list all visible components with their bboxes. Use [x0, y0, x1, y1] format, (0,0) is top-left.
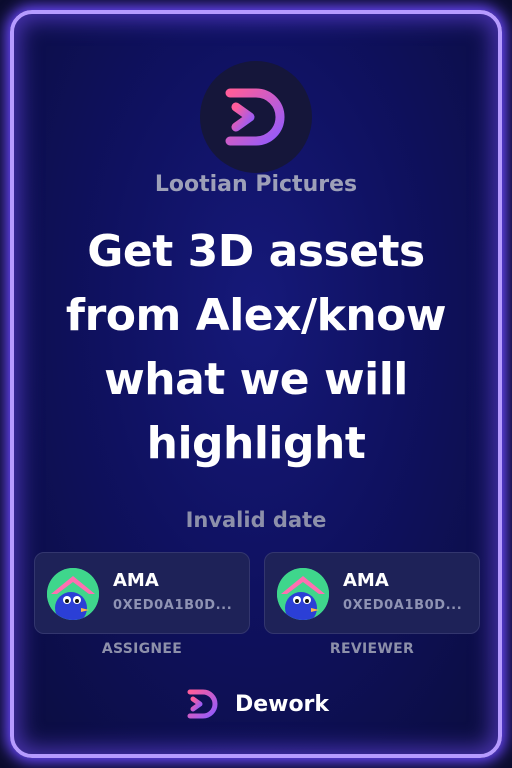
assignee-name: AMA	[113, 570, 159, 591]
task-title-line: highlight	[146, 418, 366, 469]
task-card[interactable]: Lootian Pictures Get 3D assets from Alex…	[10, 10, 502, 758]
avatar-icon	[47, 568, 99, 620]
assignee-card[interactable]: AMA 0XED0A1B0D...	[34, 552, 250, 634]
task-date: Invalid date	[185, 508, 327, 532]
dework-logo-icon	[187, 689, 218, 719]
assignee-address: 0XED0A1B0D...	[113, 598, 233, 613]
task-title-line: from Alex/know	[65, 290, 447, 341]
brand-footer[interactable]: Dework	[14, 682, 498, 726]
reviewer-address: 0XED0A1B0D...	[343, 598, 463, 613]
dework-logo-icon	[225, 88, 285, 146]
task-title: Get 3D assets from Alex/know what we wil…	[28, 220, 484, 476]
org-logo	[200, 61, 312, 173]
reviewer-name: AMA	[343, 570, 389, 591]
organization-name: Lootian Pictures	[154, 172, 358, 197]
page: Lootian Pictures Get 3D assets from Alex…	[0, 0, 512, 768]
assignee-role-label: ASSIGNEE	[101, 641, 183, 657]
task-title-line: Get 3D assets	[87, 226, 425, 277]
reviewer-card[interactable]: AMA 0XED0A1B0D...	[264, 552, 480, 634]
brand-name: Dework	[234, 691, 330, 717]
avatar-icon	[277, 568, 329, 620]
reviewer-role-label: REVIEWER	[329, 641, 415, 657]
task-title-line: what we will	[104, 354, 408, 405]
